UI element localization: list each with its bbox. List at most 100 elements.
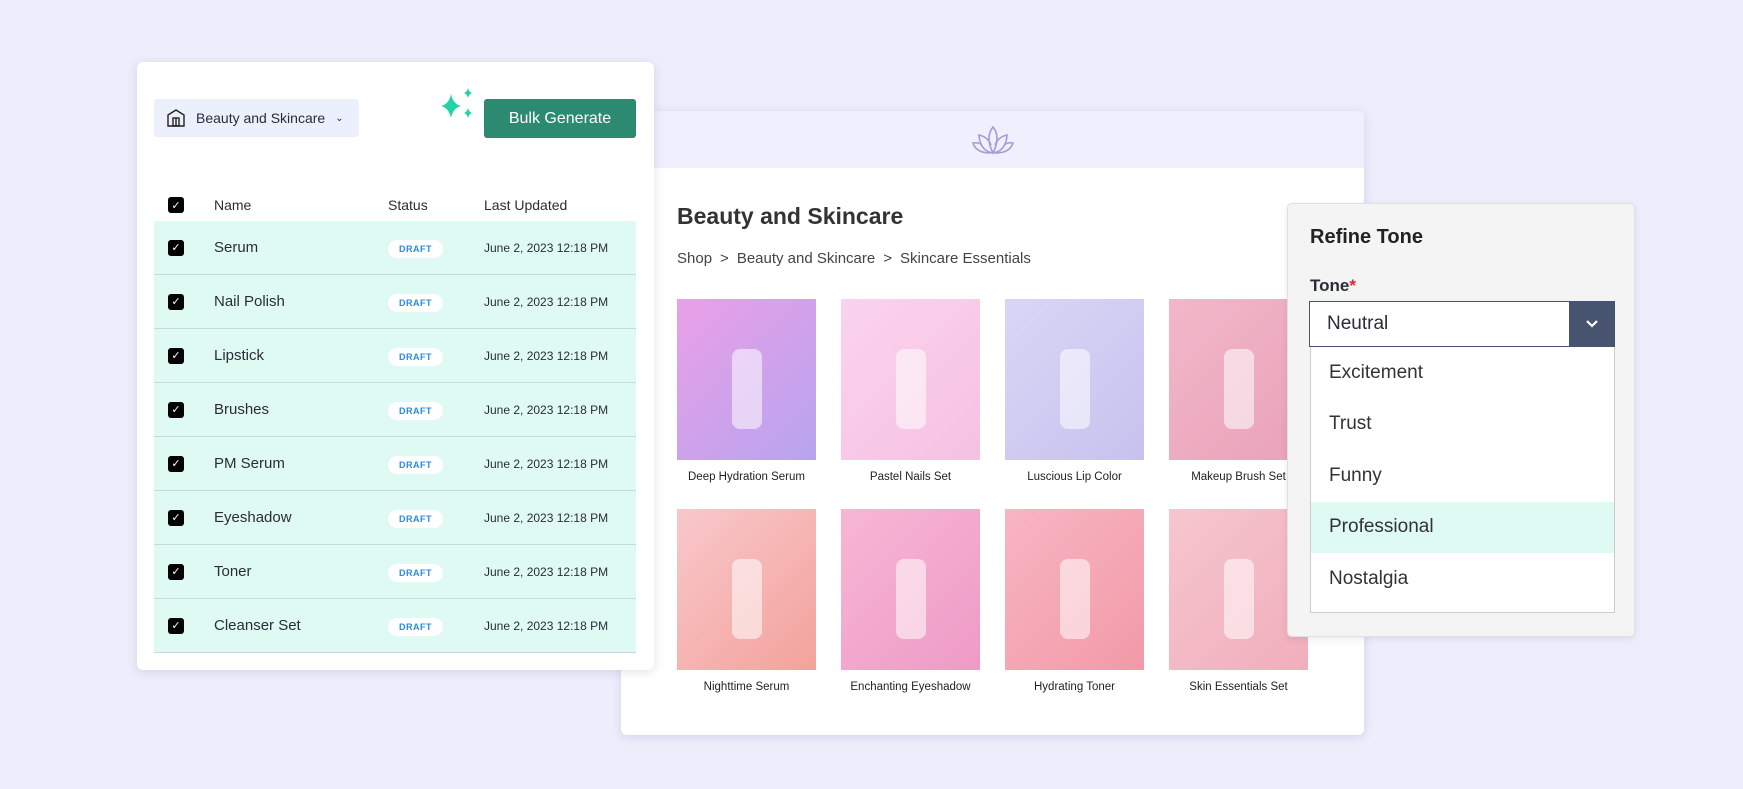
product-card[interactable]: Pastel Nails Set <box>841 299 980 483</box>
last-updated: June 2, 2023 12:18 PM <box>484 510 609 525</box>
header-name[interactable]: Name <box>214 197 251 213</box>
table-header: ✓ Name Status Last Updated <box>154 192 636 218</box>
lotus-logo-icon <box>971 125 1014 155</box>
table-row[interactable]: ✓ Nail Polish DRAFT June 2, 2023 12:18 P… <box>154 275 636 329</box>
tone-option[interactable]: Funny <box>1311 450 1614 502</box>
breadcrumb-item[interactable]: Skincare Essentials <box>900 250 1031 267</box>
product-name: Nighttime Serum <box>703 681 790 693</box>
status-badge: DRAFT <box>388 617 443 636</box>
status-badge-text: DRAFT <box>388 564 443 582</box>
status-badge: DRAFT <box>388 347 443 366</box>
product-card[interactable]: Deep Hydration Serum <box>677 299 816 483</box>
product-image <box>677 509 816 670</box>
product-name: Brushes <box>214 401 270 418</box>
row-checkbox[interactable]: ✓ <box>168 293 184 310</box>
status-badge-text: DRAFT <box>388 240 443 258</box>
select-all-checkbox[interactable]: ✓ <box>168 197 184 213</box>
status-badge: DRAFT <box>388 509 443 528</box>
last-updated: June 2, 2023 12:18 PM <box>484 294 609 309</box>
status-badge: DRAFT <box>388 239 443 258</box>
row-checkbox[interactable]: ✓ <box>168 347 184 364</box>
tone-select[interactable]: Neutral <box>1309 301 1615 347</box>
product-name: Serum <box>214 239 259 256</box>
status-badge: DRAFT <box>388 293 443 312</box>
last-updated: June 2, 2023 12:18 PM <box>484 402 609 417</box>
row-checkbox[interactable]: ✓ <box>168 455 184 472</box>
product-name: Eyeshadow <box>214 509 292 526</box>
last-updated: June 2, 2023 12:18 PM <box>484 348 609 363</box>
product-card[interactable]: Hydrating Toner <box>1005 509 1144 693</box>
chevron-down-icon: ⌄ <box>335 112 344 124</box>
table-row[interactable]: ✓ Brushes DRAFT June 2, 2023 12:18 PM <box>154 383 636 437</box>
shop-title: Beauty and Skincare <box>677 203 904 229</box>
product-image <box>677 299 816 460</box>
table-row[interactable]: ✓ Toner DRAFT June 2, 2023 12:18 PM <box>154 545 636 599</box>
preview-header <box>621 111 1364 168</box>
status-badge-text: DRAFT <box>388 456 443 474</box>
last-updated: June 2, 2023 12:18 PM <box>484 564 609 579</box>
shop-preview-card: Beauty and Skincare Shop > Beauty and Skin… <box>621 111 1364 735</box>
panel-title: Refine Tone <box>1310 226 1423 248</box>
store-icon <box>167 109 185 127</box>
product-name: Lipstick <box>214 347 265 364</box>
last-updated: June 2, 2023 12:18 PM <box>484 240 609 255</box>
product-name: Nail Polish <box>214 293 285 310</box>
table-row[interactable]: ✓ PM Serum DRAFT June 2, 2023 12:18 PM <box>154 437 636 491</box>
row-checkbox[interactable]: ✓ <box>168 509 184 526</box>
table-row[interactable]: ✓ Lipstick DRAFT June 2, 2023 12:18 PM <box>154 329 636 383</box>
tone-option[interactable]: Professional <box>1311 501 1614 553</box>
product-name: Deep Hydration Serum <box>688 471 805 483</box>
breadcrumb-item[interactable]: Shop <box>677 250 712 267</box>
breadcrumb-separator: > <box>883 250 892 267</box>
status-badge-text: DRAFT <box>388 348 443 366</box>
product-image <box>1005 299 1144 460</box>
breadcrumb-item[interactable]: Beauty and Skincare <box>737 250 875 267</box>
product-card[interactable]: Luscious Lip Color <box>1005 299 1144 483</box>
product-name: Cleanser Set <box>214 617 301 634</box>
product-name: Skin Essentials Set <box>1189 681 1288 693</box>
status-badge-text: DRAFT <box>388 618 443 636</box>
row-checkbox[interactable]: ✓ <box>168 239 184 256</box>
tone-option[interactable]: Nostalgia <box>1311 553 1614 605</box>
tone-option[interactable]: Excitement <box>1311 347 1614 399</box>
row-checkbox[interactable]: ✓ <box>168 617 184 634</box>
status-badge-text: DRAFT <box>388 402 443 420</box>
table-body: ✓ Serum DRAFT June 2, 2023 12:18 PM ✓ Na… <box>154 221 636 653</box>
product-image <box>841 509 980 670</box>
status-badge-text: DRAFT <box>388 510 443 528</box>
product-name: Enchanting Eyeshadow <box>850 681 971 693</box>
product-image <box>1005 509 1144 670</box>
tone-options-list: Excitement Trust Funny Professional Nostalgi… <box>1310 347 1615 613</box>
last-updated: June 2, 2023 12:18 PM <box>484 618 609 633</box>
product-name: Hydrating Toner <box>1034 681 1115 693</box>
breadcrumb: Shop > Beauty and Skincare > Skincare Essent… <box>677 250 1031 267</box>
product-card[interactable]: Enchanting Eyeshadow <box>841 509 980 693</box>
refine-tone-panel: Refine Tone Tone* Neutral Excitement Trus… <box>1287 203 1635 637</box>
required-marker: * <box>1349 276 1356 295</box>
header-last-updated[interactable]: Last Updated <box>484 197 567 213</box>
product-image <box>841 299 980 460</box>
tone-label-text: Tone <box>1310 276 1350 295</box>
status-badge-text: DRAFT <box>388 294 443 312</box>
product-name: PM Serum <box>214 455 285 472</box>
bulk-generate-button[interactable]: Bulk Generate <box>484 99 636 138</box>
product-list-card: Beauty and Skincare ⌄ Bulk Generate ✓ Na… <box>137 62 654 670</box>
table-row[interactable]: ✓ Cleanser Set DRAFT June 2, 2023 12:18 … <box>154 599 636 653</box>
status-badge: DRAFT <box>388 563 443 582</box>
header-status[interactable]: Status <box>388 197 428 213</box>
table-row[interactable]: ✓ Eyeshadow DRAFT June 2, 2023 12:18 PM <box>154 491 636 545</box>
row-checkbox[interactable]: ✓ <box>168 563 184 580</box>
table-row[interactable]: ✓ Serum DRAFT June 2, 2023 12:18 PM <box>154 221 636 275</box>
product-name: Pastel Nails Set <box>869 471 952 483</box>
product-name: Toner <box>214 563 252 580</box>
product-card[interactable]: Nighttime Serum <box>677 509 816 693</box>
chevron-down-icon[interactable] <box>1569 302 1614 346</box>
sparkle-icon <box>441 88 472 118</box>
category-selector[interactable]: Beauty and Skincare ⌄ <box>154 99 359 137</box>
row-checkbox[interactable]: ✓ <box>168 401 184 418</box>
tone-option[interactable]: Trust <box>1311 399 1614 451</box>
status-badge: DRAFT <box>388 455 443 474</box>
tone-label: Tone* <box>1310 276 1356 296</box>
breadcrumb-separator: > <box>720 250 729 267</box>
status-badge: DRAFT <box>388 401 443 420</box>
